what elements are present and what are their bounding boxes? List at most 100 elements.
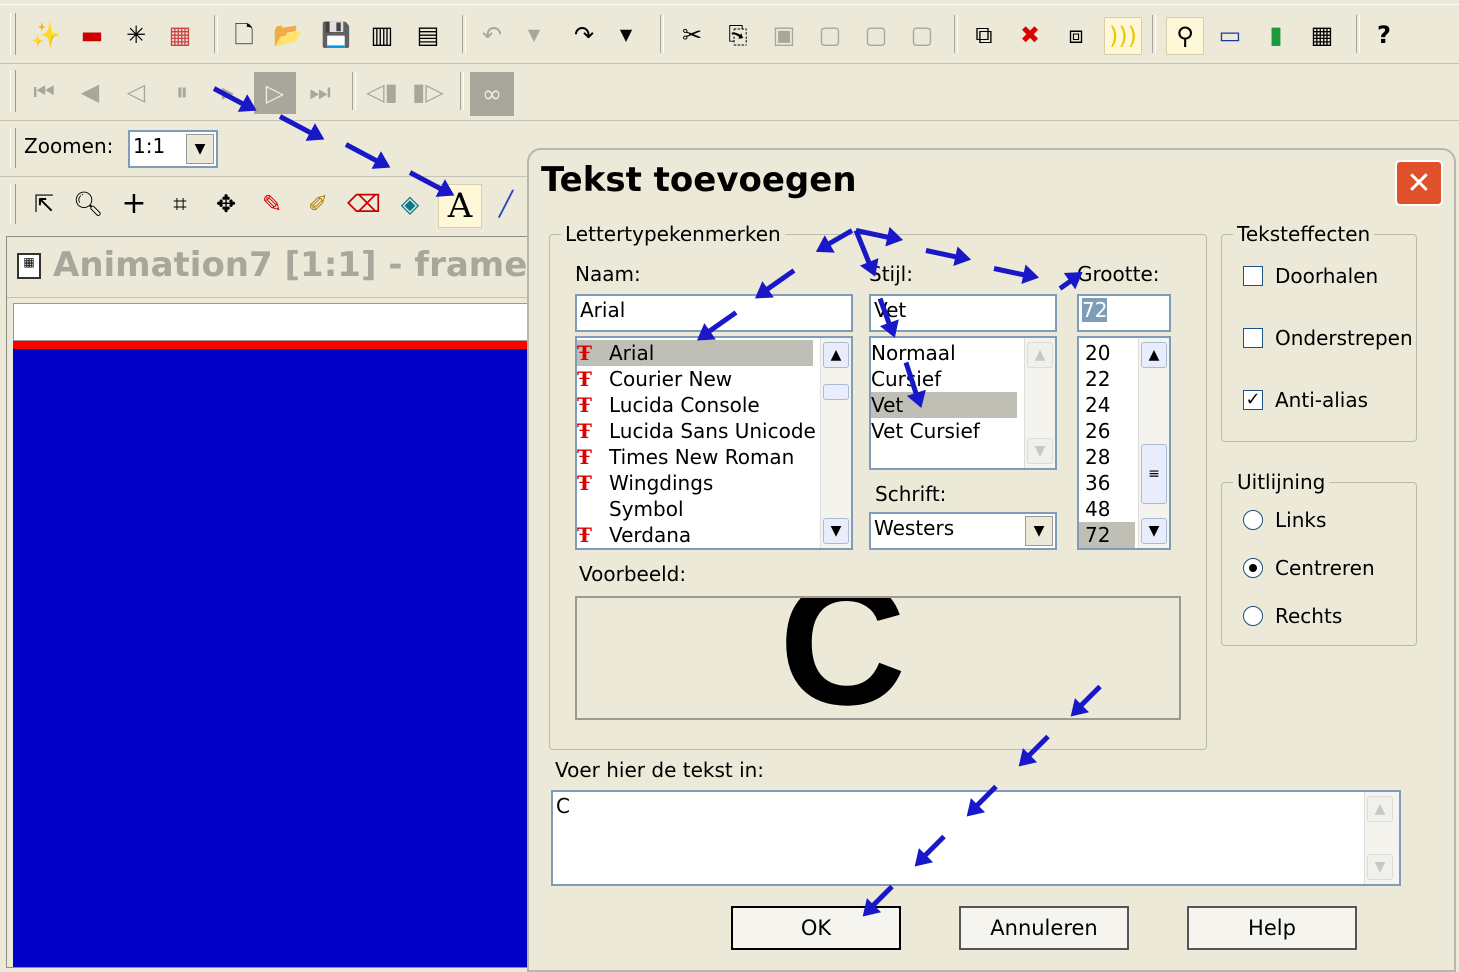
strikethrough-checkbox[interactable] bbox=[1243, 266, 1263, 286]
list-item[interactable]: 20 bbox=[1085, 340, 1110, 366]
eyedropper-icon[interactable]: ⚲ bbox=[1166, 17, 1204, 55]
font-list-scrollbar[interactable]: ▲ ▼ bbox=[820, 338, 851, 548]
copy-icon[interactable]: ⎘ bbox=[720, 17, 756, 53]
font-list[interactable]: Ŧ Arial Ŧ Courier New Ŧ Lucida Console Ŧ Luc… bbox=[575, 336, 853, 550]
chevron-down-icon[interactable]: ▼ bbox=[1025, 516, 1053, 546]
prev-key-icon[interactable]: ◁▮ bbox=[364, 74, 400, 110]
strikethrough-label[interactable]: Doorhalen bbox=[1275, 264, 1378, 288]
close-icon[interactable]: ✕ bbox=[1395, 160, 1443, 206]
play-icon[interactable]: ▷ bbox=[254, 72, 296, 114]
align-right-radio[interactable] bbox=[1243, 606, 1263, 626]
size-list-scrollbar[interactable]: ▲ ≡ ▼ bbox=[1138, 338, 1169, 548]
properties-icon[interactable]: ▭ bbox=[1212, 17, 1248, 53]
text-scrollbar[interactable]: ▲ ▼ bbox=[1364, 792, 1399, 884]
redo-dropdown-icon[interactable]: ▼ bbox=[608, 17, 644, 53]
align-left-label[interactable]: Links bbox=[1275, 508, 1326, 532]
color-bars-icon[interactable]: ▮ bbox=[1258, 17, 1294, 53]
style-list[interactable]: Normaal Cursief Vet Vet Cursief ▲ ▼ bbox=[869, 336, 1057, 470]
highlight-icon[interactable]: ))) bbox=[1104, 17, 1142, 55]
open-folder-icon[interactable]: 📂 bbox=[270, 17, 306, 53]
list-item[interactable]: Ŧ Lucida Console bbox=[577, 392, 760, 418]
pause-icon[interactable]: ⏸ bbox=[164, 74, 200, 110]
undo-icon[interactable]: ↶ bbox=[474, 17, 510, 53]
frame-canvas[interactable] bbox=[13, 349, 531, 967]
brush-icon[interactable]: ✐ bbox=[300, 186, 336, 222]
copy-frames-icon[interactable]: ▣ bbox=[766, 17, 802, 53]
save-frames-icon[interactable]: ▥ bbox=[364, 17, 400, 53]
zoom-icon[interactable]: 🔍︎ bbox=[70, 186, 106, 222]
document-titlebar[interactable]: ▦ Animation7 [1:1] - frames bbox=[7, 237, 548, 298]
list-item[interactable]: 26 bbox=[1085, 418, 1110, 444]
scroll-thumb[interactable]: ≡ bbox=[1141, 444, 1167, 504]
palette-icon[interactable]: ▦ bbox=[162, 17, 198, 53]
frame-copy-icon[interactable]: ⧈ bbox=[1058, 17, 1094, 53]
script-select[interactable]: Westers ▼ bbox=[869, 512, 1057, 550]
duplicate-icon[interactable]: ⧉ bbox=[966, 17, 1002, 53]
scroll-down-icon[interactable]: ▼ bbox=[1367, 854, 1393, 880]
scroll-up-icon[interactable]: ▲ bbox=[1367, 796, 1393, 822]
size-list[interactable]: 20 22 24 26 28 36 48 72 ▲ ≡ ▼ bbox=[1077, 336, 1171, 550]
pencil-icon[interactable]: ✎ bbox=[254, 186, 290, 222]
size-input[interactable]: 72 bbox=[1077, 294, 1171, 332]
chevron-down-icon[interactable]: ▼ bbox=[186, 134, 214, 164]
paste-special-icon[interactable]: ▢ bbox=[904, 17, 940, 53]
cut-icon[interactable]: ✂ bbox=[674, 17, 710, 53]
list-item[interactable]: Ŧ Times New Roman bbox=[577, 444, 794, 470]
eraser-icon[interactable]: ⌫ bbox=[346, 186, 382, 222]
align-right-label[interactable]: Rechts bbox=[1275, 604, 1342, 628]
zoom-select[interactable]: 1:1 ▼ bbox=[128, 130, 218, 168]
next-key-icon[interactable]: ▮▷ bbox=[410, 74, 446, 110]
scroll-down-icon[interactable]: ▼ bbox=[1141, 518, 1167, 544]
effects-icon[interactable]: ✳ bbox=[118, 17, 154, 53]
crop-icon[interactable]: ⌗ bbox=[162, 186, 198, 222]
last-frame-icon[interactable]: ⏭ bbox=[302, 74, 338, 110]
move-icon[interactable]: ✥ bbox=[208, 186, 244, 222]
cancel-button[interactable]: Annuleren bbox=[959, 906, 1129, 950]
scroll-up-icon[interactable]: ▲ bbox=[1141, 342, 1167, 368]
scroll-up-icon[interactable]: ▲ bbox=[1027, 342, 1053, 368]
list-item[interactable]: Normaal bbox=[871, 340, 956, 366]
paste-icon[interactable]: ▢ bbox=[812, 17, 848, 53]
list-item[interactable]: Symbol bbox=[577, 496, 684, 522]
save-icon[interactable]: 💾 bbox=[318, 17, 354, 53]
redo-icon[interactable]: ↷ bbox=[566, 17, 602, 53]
underline-checkbox[interactable] bbox=[1243, 328, 1263, 348]
list-item[interactable]: 22 bbox=[1085, 366, 1110, 392]
list-item[interactable]: Ŧ Arial bbox=[577, 340, 813, 366]
list-item[interactable]: Vet Cursief bbox=[871, 418, 980, 444]
scroll-thumb[interactable] bbox=[823, 384, 849, 400]
help-icon[interactable]: ? bbox=[1366, 17, 1402, 53]
antialias-label[interactable]: Anti-alias bbox=[1275, 388, 1368, 412]
list-item[interactable]: Ŧ Wingdings bbox=[577, 470, 713, 496]
undo-dropdown-icon[interactable]: ▼ bbox=[516, 17, 552, 53]
loop-icon[interactable]: ∞ bbox=[470, 72, 514, 116]
toolbar-grip[interactable] bbox=[10, 70, 16, 112]
help-button[interactable]: Help bbox=[1187, 906, 1357, 950]
filmstrip-icon[interactable]: ▦ bbox=[1304, 17, 1340, 53]
list-item[interactable]: 24 bbox=[1085, 392, 1110, 418]
banner-icon[interactable]: ▬ bbox=[74, 17, 110, 53]
scroll-up-icon[interactable]: ▲ bbox=[823, 342, 849, 368]
step-back-icon[interactable]: ◁ bbox=[118, 74, 154, 110]
list-item[interactable]: Ŧ Lucida Sans Unicode bbox=[577, 418, 816, 444]
new-file-icon[interactable]: 🗋 bbox=[226, 17, 262, 53]
paste-frames-icon[interactable]: ▢ bbox=[858, 17, 894, 53]
line-tool-icon[interactable]: ╱ bbox=[488, 186, 524, 222]
toolbar-grip[interactable] bbox=[10, 13, 16, 55]
delete-frames-icon[interactable]: ✖ bbox=[1012, 17, 1048, 53]
list-item[interactable]: Ŧ Verdana bbox=[577, 522, 691, 548]
antialias-checkbox[interactable]: ✓ bbox=[1243, 390, 1263, 410]
align-left-radio[interactable] bbox=[1243, 510, 1263, 530]
previous-frame-icon[interactable]: ◀ bbox=[72, 74, 108, 110]
align-center-label[interactable]: Centreren bbox=[1275, 556, 1375, 580]
list-item[interactable]: Vet bbox=[871, 392, 1017, 418]
list-item[interactable]: 72 bbox=[1079, 522, 1135, 548]
underline-label[interactable]: Onderstrepen bbox=[1275, 326, 1413, 350]
crosshair-icon[interactable]: + bbox=[116, 186, 152, 222]
wizard-icon[interactable]: ✨ bbox=[28, 17, 64, 53]
scroll-down-icon[interactable]: ▼ bbox=[1027, 438, 1053, 464]
print-icon[interactable]: ▤ bbox=[410, 17, 446, 53]
list-item[interactable]: 36 bbox=[1085, 470, 1110, 496]
style-list-scrollbar[interactable]: ▲ ▼ bbox=[1024, 338, 1055, 468]
first-frame-icon[interactable]: ⏮ bbox=[26, 74, 62, 110]
